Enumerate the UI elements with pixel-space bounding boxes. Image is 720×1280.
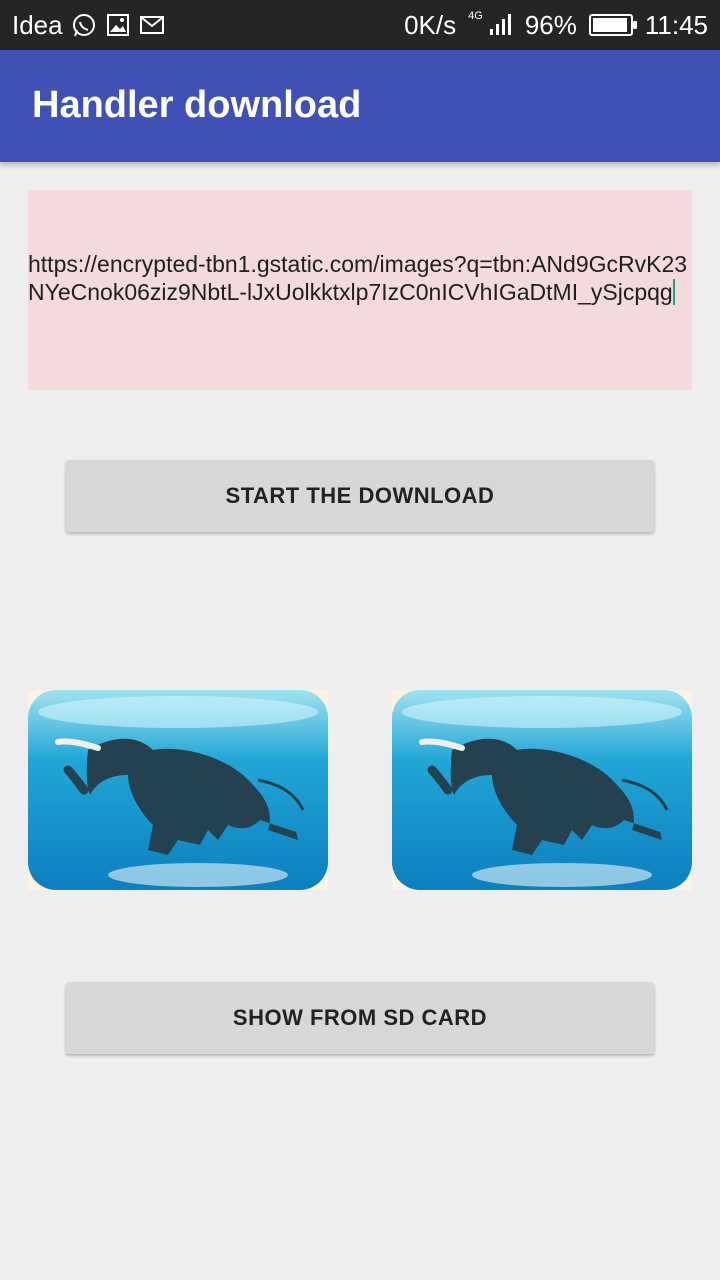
app-title: Handler download	[32, 84, 362, 126]
text-cursor	[672, 279, 675, 305]
gmail-icon	[139, 12, 165, 38]
gallery-icon	[105, 12, 131, 38]
elephant-image	[392, 690, 692, 890]
clock: 11:45	[644, 9, 708, 40]
show-from-sd-button[interactable]: SHOW FROM SD CARD	[66, 982, 654, 1054]
status-bar: Idea 0K/s 4G 96% 11:45	[0, 0, 720, 50]
url-input[interactable]: https://encrypted-tbn1.gstatic.com/image…	[28, 190, 692, 390]
signal-icon	[487, 12, 513, 38]
url-input-text: https://encrypted-tbn1.gstatic.com/image…	[28, 251, 688, 305]
start-download-button[interactable]: START THE DOWNLOAD	[66, 460, 654, 532]
network-speed: 0K/s	[404, 9, 457, 40]
network-type: 4G	[468, 10, 483, 22]
carrier-name: Idea	[12, 9, 63, 40]
downloaded-image	[28, 690, 328, 890]
battery-icon	[588, 14, 637, 36]
battery-percent: 96%	[524, 9, 577, 40]
sd-card-image	[392, 690, 692, 890]
elephant-image	[28, 690, 328, 890]
app-bar: Handler download	[0, 50, 720, 162]
whatsapp-icon	[71, 12, 97, 38]
